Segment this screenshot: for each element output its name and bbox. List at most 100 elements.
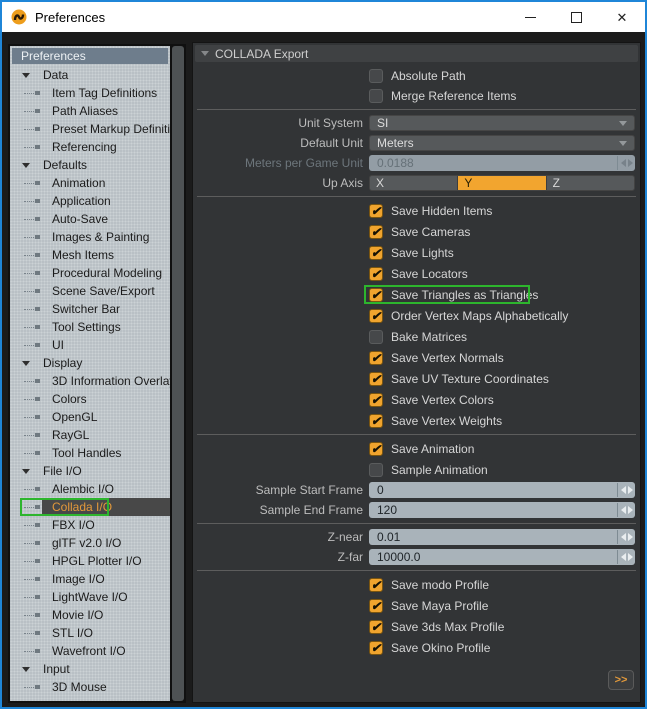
sidebar-item-image-io[interactable]: Image I/O <box>10 570 170 588</box>
sidebar-item-alembic-io[interactable]: Alembic I/O <box>10 480 170 498</box>
sidebar-item-auto-save[interactable]: Auto-Save <box>10 210 170 228</box>
maximize-button[interactable] <box>553 2 599 32</box>
save-hidden-items-checkbox[interactable] <box>369 203 383 218</box>
save-cameras-checkbox[interactable] <box>369 224 383 239</box>
sidebar-item-collada-io[interactable]: Collada I/O <box>10 498 170 516</box>
merge-reference-items-checkbox[interactable] <box>369 89 383 103</box>
sidebar-item-gltf-io[interactable]: glTF v2.0 I/O <box>10 534 170 552</box>
checkbox-row-save-vertex-weights[interactable]: Save Vertex Weights <box>193 410 640 431</box>
sidebar-item-scene-save-export[interactable]: Scene Save/Export <box>10 282 170 300</box>
up-axis-z-option[interactable]: Z <box>547 176 634 190</box>
order-vertex-maps-checkbox[interactable] <box>369 308 383 323</box>
preferences-sidebar: Preferences Data Item Tag Definitions Pa… <box>8 44 186 703</box>
save-triangles-as-triangles-checkbox[interactable] <box>369 287 383 302</box>
sidebar-item-images-painting[interactable]: Images & Painting <box>10 228 170 246</box>
minimize-button[interactable] <box>507 2 553 32</box>
checkbox-row-absolute-path[interactable]: Absolute Path <box>193 66 640 86</box>
checkbox-row-save-animation[interactable]: Save Animation <box>193 438 640 459</box>
sidebar-item-lightwave-io[interactable]: LightWave I/O <box>10 588 170 606</box>
save-uv-texture-coordinates-checkbox[interactable] <box>369 371 383 386</box>
sidebar-item-3d-mouse[interactable]: 3D Mouse <box>10 678 170 696</box>
sample-start-frame-input[interactable]: 0 <box>369 482 635 498</box>
sample-animation-checkbox[interactable] <box>369 462 383 477</box>
save-locators-checkbox[interactable] <box>369 266 383 281</box>
save-animation-checkbox[interactable] <box>369 441 383 456</box>
sidebar-item-raygl[interactable]: RayGL <box>10 426 170 444</box>
tree-bullet-icon <box>35 271 40 275</box>
close-button[interactable]: ✕ <box>599 2 645 32</box>
sidebar-item-hpgl-plotter-io[interactable]: HPGL Plotter I/O <box>10 552 170 570</box>
checkbox-row-bake-matrices[interactable]: Bake Matrices <box>193 326 640 347</box>
sidebar-item-tool-settings[interactable]: Tool Settings <box>10 318 170 336</box>
sidebar-item-application[interactable]: Application <box>10 192 170 210</box>
sidebar-item-item-tag-definitions[interactable]: Item Tag Definitions <box>10 84 170 102</box>
meters-per-game-unit-row: Meters per Game Unit 0.0188 <box>193 153 640 173</box>
sidebar-item-data[interactable]: Data <box>10 66 170 84</box>
up-axis-x-option[interactable]: X <box>370 176 459 190</box>
collapse-triangle-icon[interactable] <box>22 666 30 672</box>
sidebar-item-movie-io[interactable]: Movie I/O <box>10 606 170 624</box>
sidebar-item-mesh-items[interactable]: Mesh Items <box>10 246 170 264</box>
checkbox-row-save-vertex-normals[interactable]: Save Vertex Normals <box>193 347 640 368</box>
checkbox-row-sample-animation[interactable]: Sample Animation <box>193 459 640 480</box>
value-spinner[interactable] <box>617 530 635 544</box>
sidebar-item-stl-io[interactable]: STL I/O <box>10 624 170 642</box>
value-spinner[interactable] <box>617 483 635 497</box>
save-lights-checkbox[interactable] <box>369 245 383 260</box>
checkbox-row-save-vertex-colors[interactable]: Save Vertex Colors <box>193 389 640 410</box>
checkbox-row-save-modo-profile[interactable]: Save modo Profile <box>193 574 640 595</box>
checkbox-row-save-hidden-items[interactable]: Save Hidden Items <box>193 200 640 221</box>
z-near-input[interactable]: 0.01 <box>369 529 635 545</box>
sidebar-item-input[interactable]: Input <box>10 660 170 678</box>
save-vertex-colors-checkbox[interactable] <box>369 392 383 407</box>
collapse-triangle-icon[interactable] <box>22 468 30 474</box>
value-spinner[interactable] <box>617 503 635 517</box>
sidebar-item-wavefront-io[interactable]: Wavefront I/O <box>10 642 170 660</box>
save-vertex-weights-checkbox[interactable] <box>369 413 383 428</box>
sidebar-item-defaults[interactable]: Defaults <box>10 156 170 174</box>
save-vertex-normals-checkbox[interactable] <box>369 350 383 365</box>
sidebar-item-colors[interactable]: Colors <box>10 390 170 408</box>
collapse-triangle-icon[interactable] <box>22 72 30 78</box>
z-far-input[interactable]: 10000.0 <box>369 549 635 565</box>
sidebar-item-procedural-modeling[interactable]: Procedural Modeling <box>10 264 170 282</box>
value-spinner[interactable] <box>617 550 635 564</box>
unit-system-dropdown[interactable]: SI <box>369 115 635 131</box>
sidebar-item-switcher-bar[interactable]: Switcher Bar <box>10 300 170 318</box>
sidebar-item-preset-markup-definitions[interactable]: Preset Markup Definitions <box>10 120 170 138</box>
sidebar-item-opengl[interactable]: OpenGL <box>10 408 170 426</box>
collada-export-section-header[interactable]: COLLADA Export <box>195 45 638 62</box>
save-okino-profile-checkbox[interactable] <box>369 640 383 655</box>
checkbox-row-save-3ds-max-profile[interactable]: Save 3ds Max Profile <box>193 616 640 637</box>
save-3ds-max-profile-checkbox[interactable] <box>369 619 383 634</box>
bake-matrices-checkbox[interactable] <box>369 329 383 344</box>
checkbox-row-order-vertex-maps[interactable]: Order Vertex Maps Alphabetically <box>193 305 640 326</box>
sidebar-item-path-aliases[interactable]: Path Aliases <box>10 102 170 120</box>
sidebar-item-display[interactable]: Display <box>10 354 170 372</box>
sidebar-item-file-io[interactable]: File I/O <box>10 462 170 480</box>
collapse-triangle-icon[interactable] <box>22 360 30 366</box>
checkbox-row-save-uv-texture-coordinates[interactable]: Save UV Texture Coordinates <box>193 368 640 389</box>
checkbox-row-save-cameras[interactable]: Save Cameras <box>193 221 640 242</box>
sidebar-scrollbar[interactable] <box>172 46 184 701</box>
checkbox-row-save-locators[interactable]: Save Locators <box>193 263 640 284</box>
sidebar-item-fbx-io[interactable]: FBX I/O <box>10 516 170 534</box>
checkbox-row-save-lights[interactable]: Save Lights <box>193 242 640 263</box>
checkbox-row-save-triangles-as-triangles[interactable]: Save Triangles as Triangles <box>193 284 640 305</box>
default-unit-dropdown[interactable]: Meters <box>369 135 635 151</box>
save-modo-profile-checkbox[interactable] <box>369 577 383 592</box>
sidebar-item-ui[interactable]: UI <box>10 336 170 354</box>
checkbox-row-save-okino-profile[interactable]: Save Okino Profile <box>193 637 640 658</box>
checkbox-row-save-maya-profile[interactable]: Save Maya Profile <box>193 595 640 616</box>
checkbox-row-merge-reference-items[interactable]: Merge Reference Items <box>193 86 640 106</box>
more-options-button[interactable]: >> <box>608 670 634 690</box>
save-maya-profile-checkbox[interactable] <box>369 598 383 613</box>
sidebar-item-tool-handles[interactable]: Tool Handles <box>10 444 170 462</box>
sidebar-item-referencing[interactable]: Referencing <box>10 138 170 156</box>
sidebar-item-animation[interactable]: Animation <box>10 174 170 192</box>
sidebar-item-3d-information-overlays[interactable]: 3D Information Overlays <box>10 372 170 390</box>
sample-end-frame-input[interactable]: 120 <box>369 502 635 518</box>
collapse-triangle-icon[interactable] <box>22 162 30 168</box>
up-axis-y-option[interactable]: Y <box>458 176 547 190</box>
absolute-path-checkbox[interactable] <box>369 69 383 83</box>
